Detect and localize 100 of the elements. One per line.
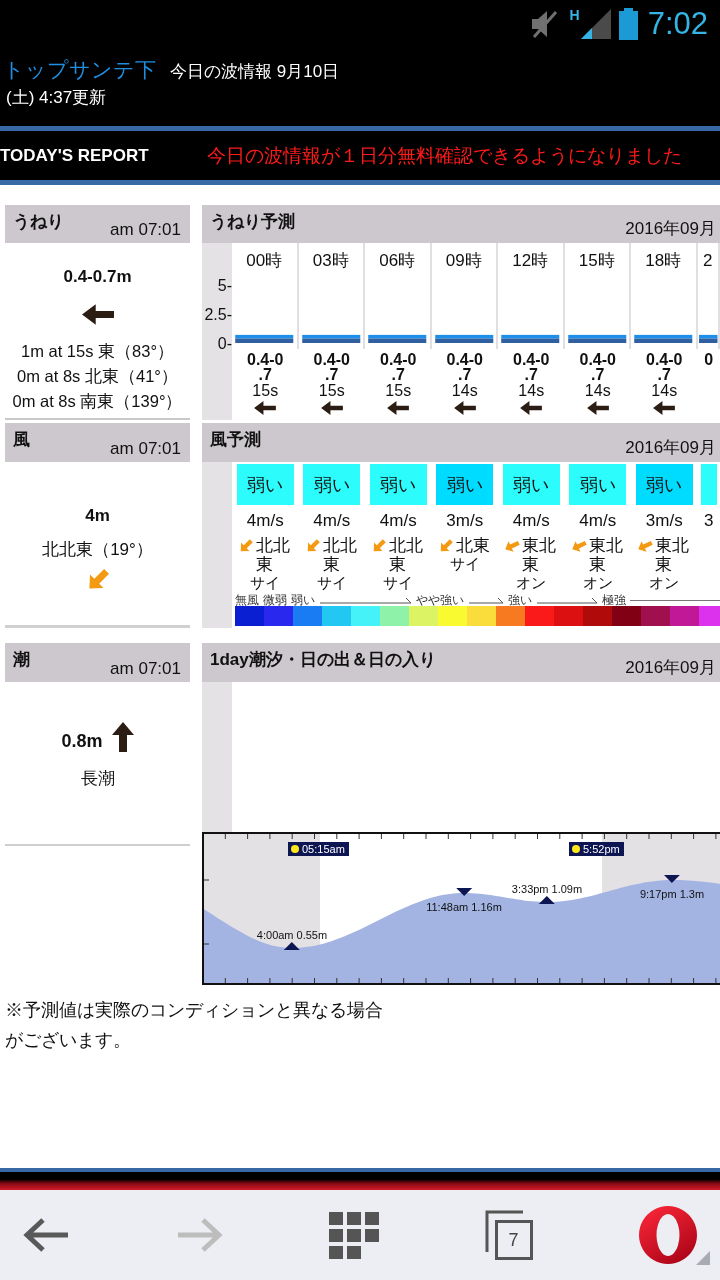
wave-height: 0.4-0.7 <box>578 352 617 382</box>
scale-label: 弱い <box>291 594 315 606</box>
hour-label: 2 <box>702 250 714 272</box>
tide-marker-icon <box>456 888 472 896</box>
section-title: うねり <box>13 211 64 233</box>
wind-speed: 4m/s <box>379 510 417 532</box>
wind-speed: 3m/s <box>446 510 484 532</box>
wind-speed: 4m/s <box>512 510 550 532</box>
scale-label: 極強 <box>602 594 626 606</box>
scale-label: 微弱 <box>263 594 287 606</box>
wind-type: オン <box>516 574 547 591</box>
wave-period: 14s <box>651 382 678 399</box>
strength-label: 弱い <box>303 464 361 505</box>
swell-detail: 0m at 8s 北東（41°） <box>16 366 179 387</box>
speed-dial-button[interactable] <box>329 1211 379 1259</box>
wind-speed: 4m/s <box>313 510 351 532</box>
wave-period: 15s <box>252 382 279 399</box>
strength-label: 弱い <box>635 464 693 505</box>
forecast-date: 2016年09月 <box>625 218 716 240</box>
tide-marker-icon <box>539 896 555 904</box>
forecast-title: 風予測 <box>210 429 261 451</box>
observation-time: am 07:01 <box>110 659 181 680</box>
arrow-icon <box>387 401 410 415</box>
forecast-date: 2016年09月 <box>625 657 716 679</box>
scale-label: やや強い <box>416 594 464 606</box>
mute-icon <box>529 9 558 39</box>
wave-period: 14s <box>518 382 545 399</box>
network-type: H <box>569 7 580 23</box>
hour-label: 12時 <box>511 250 550 272</box>
wave-period: 14s <box>584 382 611 399</box>
arrow-icon <box>238 538 255 554</box>
hour-label: 00時 <box>245 250 284 272</box>
sun-icon <box>572 845 580 853</box>
tide-event-label: 9:17pm 1.3m <box>639 888 705 901</box>
hour-label: 18時 <box>644 250 683 272</box>
site-name: トップサンテ下 <box>3 57 156 83</box>
swell-detail: 0m at 8s 南東（139°） <box>12 391 183 412</box>
wind-type: サイ <box>383 574 414 591</box>
update-time: (土) 4:37更新 <box>6 87 108 109</box>
wave-period: 14s <box>451 382 478 399</box>
grid-icon <box>329 1211 379 1259</box>
wind-speed: 4m/s <box>579 510 617 532</box>
opera-menu-icon <box>638 1205 710 1265</box>
section-title: 潮 <box>13 649 30 671</box>
wind-speed: 3m/s <box>645 510 683 532</box>
wave-height: 0.4-0.7 <box>379 352 418 382</box>
axis-tick-label: 0- <box>217 334 232 352</box>
wind-type: オン <box>649 574 680 591</box>
disclaimer-text: ※予測値は実際のコンディションと異なる場合がございます。 <box>5 999 384 1052</box>
forward-arrow-icon <box>175 1217 224 1253</box>
wave-height: 0.4-0.7 <box>445 352 484 382</box>
strength-label: 弱い <box>236 464 294 505</box>
scale-label: 無風 <box>235 594 259 606</box>
arrow-icon <box>453 401 476 415</box>
axis-tick-label: 5- <box>217 276 232 294</box>
axis-tick-label: 2.5- <box>204 305 232 323</box>
arrow-icon <box>504 538 521 554</box>
back-button[interactable] <box>22 1217 70 1253</box>
strength-label: 弱い <box>502 464 560 505</box>
scale-arrow-icon <box>536 596 600 604</box>
battery-icon <box>618 8 638 40</box>
arrow-icon <box>586 401 609 415</box>
arrow-icon <box>570 538 587 554</box>
hour-label: 03時 <box>311 250 350 272</box>
clock: 7:02 <box>647 6 708 42</box>
forecast-date: 2016年09月 <box>625 437 716 459</box>
wind-direction: 北北東 <box>389 536 425 574</box>
strength-label: 弱い <box>569 464 627 505</box>
arrow-icon <box>653 401 676 415</box>
forecast-title: うねり予測 <box>210 211 295 233</box>
tabs-button[interactable]: 7 <box>484 1210 533 1260</box>
wind-type: サイ <box>449 555 480 572</box>
scale-arrow-icon <box>468 596 506 604</box>
tide-marker-icon <box>284 942 300 950</box>
scale-arrow-icon <box>319 596 414 604</box>
forecast-title: 1day潮汐・日の出＆日の入り <box>210 649 436 671</box>
swell-detail: 1m at 15s 東（83°） <box>20 341 175 362</box>
page-title: 今日の波情報 9月10日 <box>170 61 340 83</box>
strength-label: 弱い <box>436 464 494 505</box>
wind-direction: 東北東 <box>588 536 624 574</box>
arrow-icon <box>637 538 654 554</box>
sun-icon <box>291 845 299 853</box>
wave-height: 0 <box>703 352 715 367</box>
wind-direction: 北北東 <box>256 536 292 574</box>
swell-height: 0.4-0.7m <box>63 267 132 287</box>
arrow-icon <box>371 538 388 554</box>
arrow-icon <box>320 401 343 415</box>
hour-label: 09時 <box>444 250 483 272</box>
wind-type: サイ <box>250 574 281 591</box>
wind-speed: 3 <box>704 510 714 532</box>
wind-type: オン <box>582 574 613 591</box>
free-notice: 今日の波情報が１日分無料確認できるようになりました <box>207 144 682 168</box>
wave-height: 0.4-0.7 <box>512 352 551 382</box>
hour-label: 06時 <box>378 250 417 272</box>
wave-height: 0.4-0.7 <box>645 352 684 382</box>
strength-label: 弱い <box>369 464 427 505</box>
back-arrow-icon <box>22 1217 70 1253</box>
tide-event-label: 11:48am 1.16m <box>426 901 502 914</box>
opera-menu-button[interactable] <box>638 1205 710 1265</box>
scale-label: 強い <box>508 594 532 606</box>
